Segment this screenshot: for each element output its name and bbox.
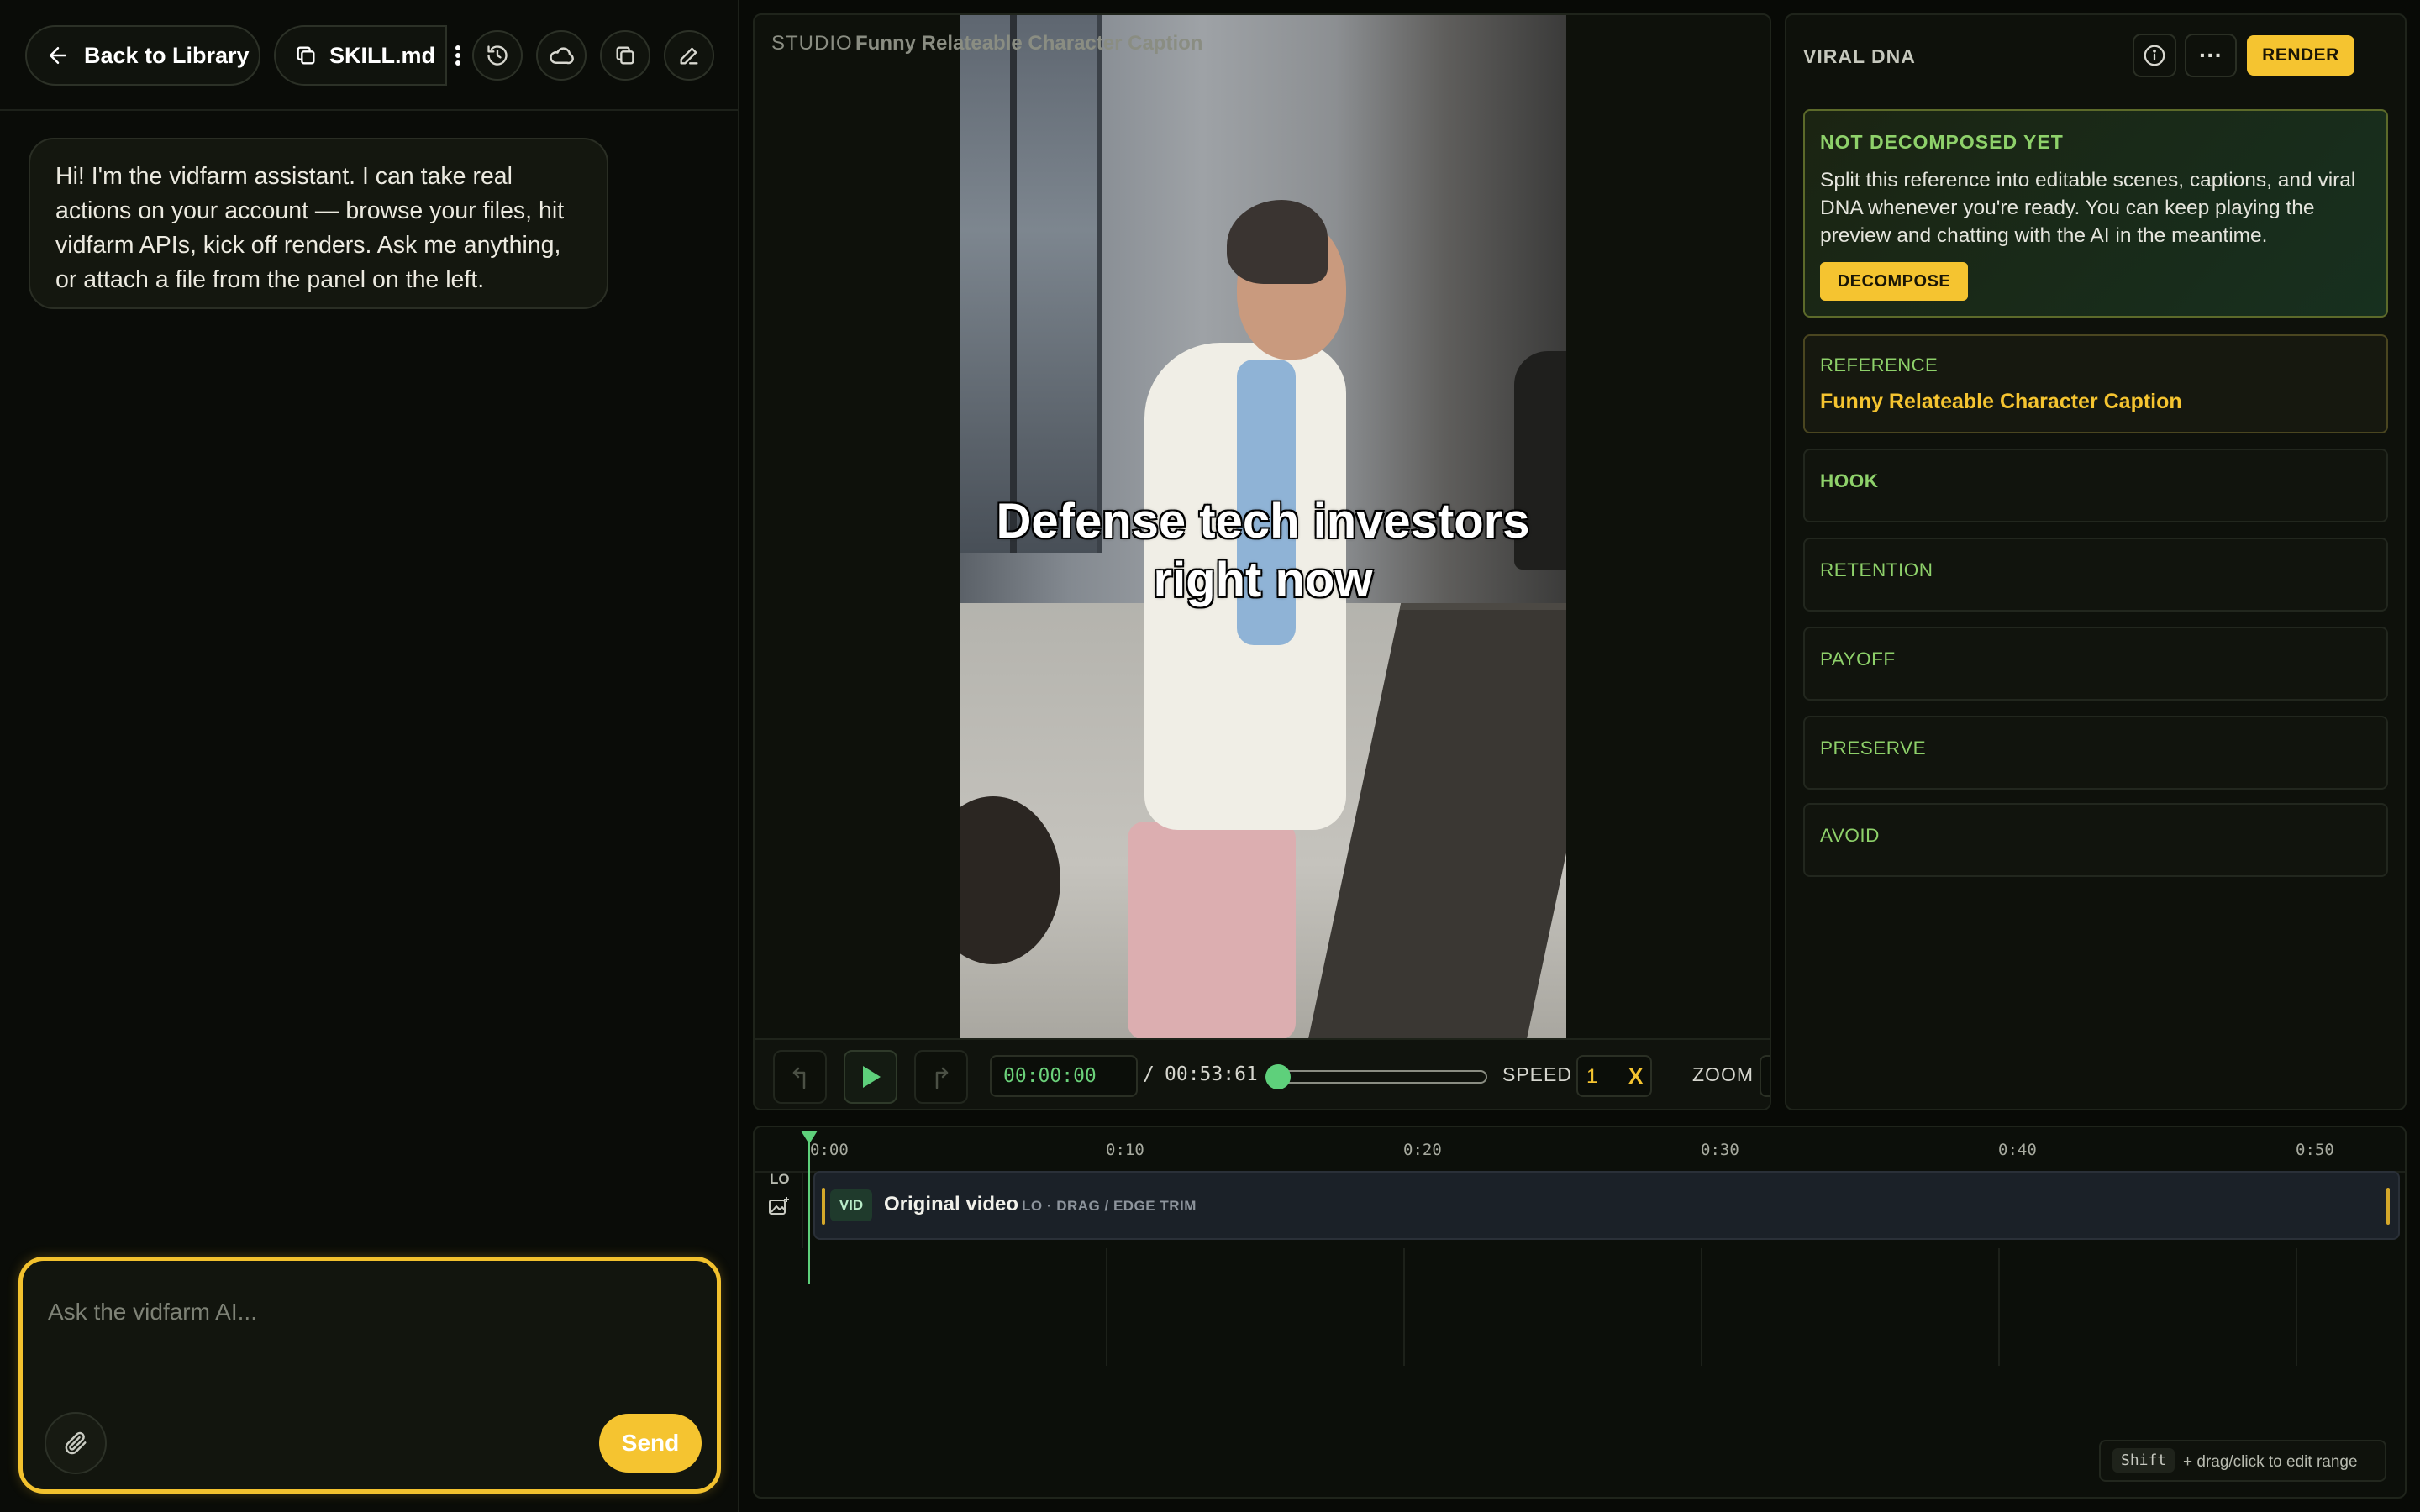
timeline-tick: 0:10 (1106, 1141, 1144, 1159)
timeline-gridline (1998, 1248, 2000, 1366)
edit-button[interactable] (664, 30, 714, 81)
section-label: PAYOFF (1820, 648, 1896, 669)
zoom-label: ZOOM (1692, 1063, 1754, 1085)
timeline-gridline (2296, 1248, 2297, 1366)
hint-text: + drag/click to edit range (2183, 1453, 2358, 1471)
cloud-icon (550, 47, 574, 65)
timeline-gridline (1701, 1248, 1702, 1366)
seek-slider-track[interactable] (1272, 1070, 1487, 1084)
arrow-left-icon (50, 47, 66, 64)
speed-label: SPEED (1502, 1063, 1572, 1085)
reference-title: Funny Relateable Character Caption (1820, 390, 2182, 413)
shift-key-badge: Shift (2112, 1448, 2175, 1473)
history-button[interactable] (472, 30, 523, 81)
studio-label: STUDIO (771, 32, 853, 55)
chat-toolbar: Back to Library SKILL.md (0, 0, 738, 111)
total-duration: 00:53:61 (1165, 1063, 1258, 1085)
reference-label: REFERENCE (1820, 354, 1939, 375)
clip-subtitle: LO · DRAG / EDGE TRIM (1022, 1198, 1197, 1214)
back-to-library-label: Back to Library (84, 42, 250, 68)
clip-type-badge: VID (830, 1189, 872, 1221)
back-to-library-button[interactable]: Back to Library (25, 25, 260, 86)
video-caption-overlay: Defense tech investors right now (996, 494, 1530, 607)
paperclip-icon (65, 1431, 87, 1455)
speed-input[interactable]: 1 X (1576, 1055, 1652, 1097)
seek-slider-handle[interactable] (1265, 1064, 1291, 1089)
video-scene-window (960, 15, 1102, 553)
play-icon (863, 1066, 881, 1088)
section-retention[interactable]: RETENTION (1803, 538, 2388, 612)
clip-trim-handle-left[interactable] (822, 1188, 825, 1225)
video-frame[interactable]: Defense tech investors right now (960, 15, 1566, 1038)
chat-input[interactable] (48, 1291, 687, 1333)
timeline-tick: 0:30 (1701, 1141, 1739, 1159)
file-more-menu-button[interactable] (445, 25, 469, 86)
current-time-field[interactable]: 00:00:00 (990, 1055, 1138, 1097)
decompose-status-text: Split this reference into editable scene… (1820, 169, 2356, 247)
track-header-divider (802, 1171, 803, 1248)
track-label: LO (770, 1171, 790, 1187)
playhead-marker[interactable] (801, 1131, 818, 1144)
player-controls: 00:00:00 / 00:53:61 SPEED 1 X ZOOM (755, 1038, 1770, 1109)
history-icon (487, 45, 508, 66)
keyboard-hint: Shift + drag/click to edit range (2099, 1440, 2386, 1482)
clip-title: Original video (884, 1193, 1019, 1215)
section-label: HOOK (1820, 470, 1879, 491)
file-copy-icon (297, 46, 315, 65)
decompose-status-title: NOT DECOMPOSED YET (1820, 131, 2064, 153)
pencil-icon (680, 47, 698, 65)
section-label: PRESERVE (1820, 738, 1927, 759)
video-scene-person-legs (1128, 822, 1296, 1038)
section-label: RETENTION (1820, 559, 1933, 580)
section-preserve[interactable]: PRESERVE (1803, 716, 2388, 790)
project-title: Funny Relateable Character Caption (855, 32, 1203, 55)
playhead[interactable] (808, 1132, 810, 1284)
timeline-tick: 0:20 (1403, 1141, 1442, 1159)
skill-file-button[interactable]: SKILL.md (274, 25, 447, 86)
speed-unit: X (1628, 1063, 1644, 1089)
play-button[interactable] (844, 1050, 897, 1104)
chat-panel: Back to Library SKILL.md Hi! I'm the vid… (0, 0, 739, 1512)
viral-dna-title: VIRAL DNA (1803, 45, 1916, 67)
copy-icon (616, 46, 634, 65)
timeline-gridline (1106, 1248, 1107, 1366)
skill-file-label: SKILL.md (329, 42, 435, 68)
timeline-panel: 0:00 0:10 0:20 0:30 0:40 0:50 LO VID Ori… (753, 1126, 2407, 1499)
speed-value: 1 (1586, 1065, 1598, 1088)
time-separator: / (1143, 1063, 1155, 1085)
send-button[interactable]: Send (599, 1414, 702, 1473)
info-button[interactable] (2133, 34, 2176, 77)
timeline-gridline (1403, 1248, 1405, 1366)
decompose-status-card: NOT DECOMPOSED YET Split this reference … (1803, 109, 2388, 318)
redo-icon (935, 1067, 949, 1089)
video-scene-person-hair (1227, 200, 1328, 284)
more-options-button[interactable]: ··· (2185, 34, 2237, 77)
add-media-icon[interactable] (768, 1196, 790, 1216)
clip-trim-handle-right[interactable] (2386, 1188, 2390, 1225)
attach-file-button[interactable] (45, 1412, 107, 1474)
zoom-input[interactable] (1760, 1055, 1770, 1097)
info-icon (2144, 45, 2165, 66)
reference-card[interactable]: REFERENCE Funny Relateable Character Cap… (1803, 334, 2388, 433)
section-payoff[interactable]: PAYOFF (1803, 627, 2388, 701)
section-label: AVOID (1820, 825, 1880, 846)
decompose-button[interactable]: DECOMPOSE (1820, 262, 1968, 301)
undo-icon (792, 1067, 806, 1089)
section-hook[interactable]: HOOK (1803, 449, 2388, 522)
video-clip[interactable]: VID Original video LO · DRAG / EDGE TRIM (813, 1171, 2400, 1240)
undo-button[interactable] (773, 1050, 827, 1104)
redo-button[interactable] (914, 1050, 968, 1104)
vertical-dots-icon (455, 45, 460, 66)
viral-dna-panel: VIRAL DNA ··· RENDER NOT DECOMPOSED YET … (1785, 13, 2407, 1110)
video-preview-panel: Defense tech investors right now STUDIO … (753, 13, 1771, 1110)
cloud-button[interactable] (536, 30, 587, 81)
timeline-tick: 0:50 (2296, 1141, 2334, 1159)
timeline-tick: 0:40 (1998, 1141, 2037, 1159)
assistant-message: Hi! I'm the vidfarm assistant. I can tak… (29, 138, 608, 309)
render-button[interactable]: RENDER (2247, 35, 2354, 76)
chat-composer: Send (18, 1257, 721, 1494)
section-avoid[interactable]: AVOID (1803, 803, 2388, 877)
duplicate-button[interactable] (600, 30, 650, 81)
